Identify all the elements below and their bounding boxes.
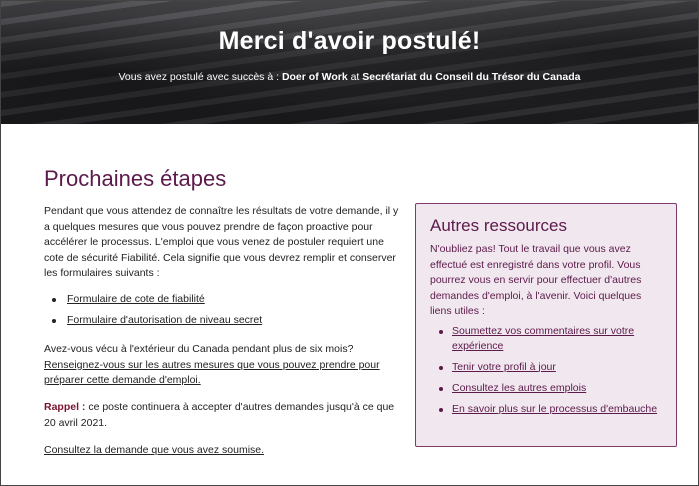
list-item: Tenir votre profil à jour — [430, 360, 662, 375]
list-item: Formulaire d'autorisation de niveau secr… — [44, 313, 404, 334]
list-item: Formulaire de cote de fiabilité — [44, 292, 404, 313]
feedback-link[interactable]: Soumettez vos commentaires sur votre exp… — [452, 325, 634, 352]
list-item: En savoir plus sur le processus d'embauc… — [430, 402, 662, 417]
review-application-section: Consultez la demande que vous avez soumi… — [44, 443, 264, 458]
other-resources-panel: Autres ressources N'oubliez pas! Tout le… — [415, 203, 677, 447]
secret-clearance-form-link[interactable]: Formulaire d'autorisation de niveau secr… — [67, 314, 262, 326]
abroad-question: Avez-vous vécu à l'extérieur du Canada p… — [44, 343, 354, 355]
page-frame: Merci d'avoir postulé! Vous avez postulé… — [0, 0, 699, 486]
abroad-info-link[interactable]: Renseignez-vous sur les autres mesures q… — [44, 359, 380, 387]
department-name: Secrétariat du Conseil du Trésor du Cana… — [362, 71, 581, 83]
confirmation-prefix: Vous avez postulé avec succès à : — [118, 71, 282, 83]
abroad-section: Avez-vous vécu à l'extérieur du Canada p… — [44, 342, 404, 389]
list-item: Soumettez vos commentaires sur votre exp… — [430, 324, 662, 354]
page-title: Merci d'avoir postulé! — [218, 27, 481, 55]
resources-links-list: Soumettez vos commentaires sur votre exp… — [430, 324, 662, 417]
security-forms-list: Formulaire de cote de fiabilité Formulai… — [44, 292, 404, 334]
list-item: Consultez les autres emplois — [430, 381, 662, 396]
hero-banner: Merci d'avoir postulé! Vous avez postulé… — [1, 1, 698, 124]
reminder: Rappel : ce poste continuera à accepter … — [44, 400, 404, 431]
other-resources-heading: Autres ressources — [430, 216, 567, 235]
hero-overlay — [1, 1, 698, 124]
hiring-process-link[interactable]: En savoir plus sur le processus d'embauc… — [452, 403, 657, 415]
next-steps-heading: Prochaines étapes — [44, 166, 227, 191]
application-confirmation: Vous avez postulé avec succès à : Doer o… — [1, 71, 698, 83]
job-title: Doer of Work — [281, 71, 348, 83]
other-jobs-link[interactable]: Consultez les autres emplois — [452, 382, 586, 394]
update-profile-link[interactable]: Tenir votre profil à jour — [452, 361, 556, 373]
review-application-link[interactable]: Consultez la demande que vous avez soumi… — [44, 444, 264, 456]
next-steps-intro: Pendant que vous attendez de connaître l… — [44, 205, 399, 279]
other-resources-text: N'oubliez pas! Tout le travail que vous … — [430, 243, 642, 317]
confirmation-at: at — [347, 71, 363, 83]
reliability-form-link[interactable]: Formulaire de cote de fiabilité — [67, 293, 205, 305]
reminder-text: ce poste continuera à accepter d'autres … — [44, 401, 395, 429]
reminder-label: Rappel : — [44, 401, 86, 413]
